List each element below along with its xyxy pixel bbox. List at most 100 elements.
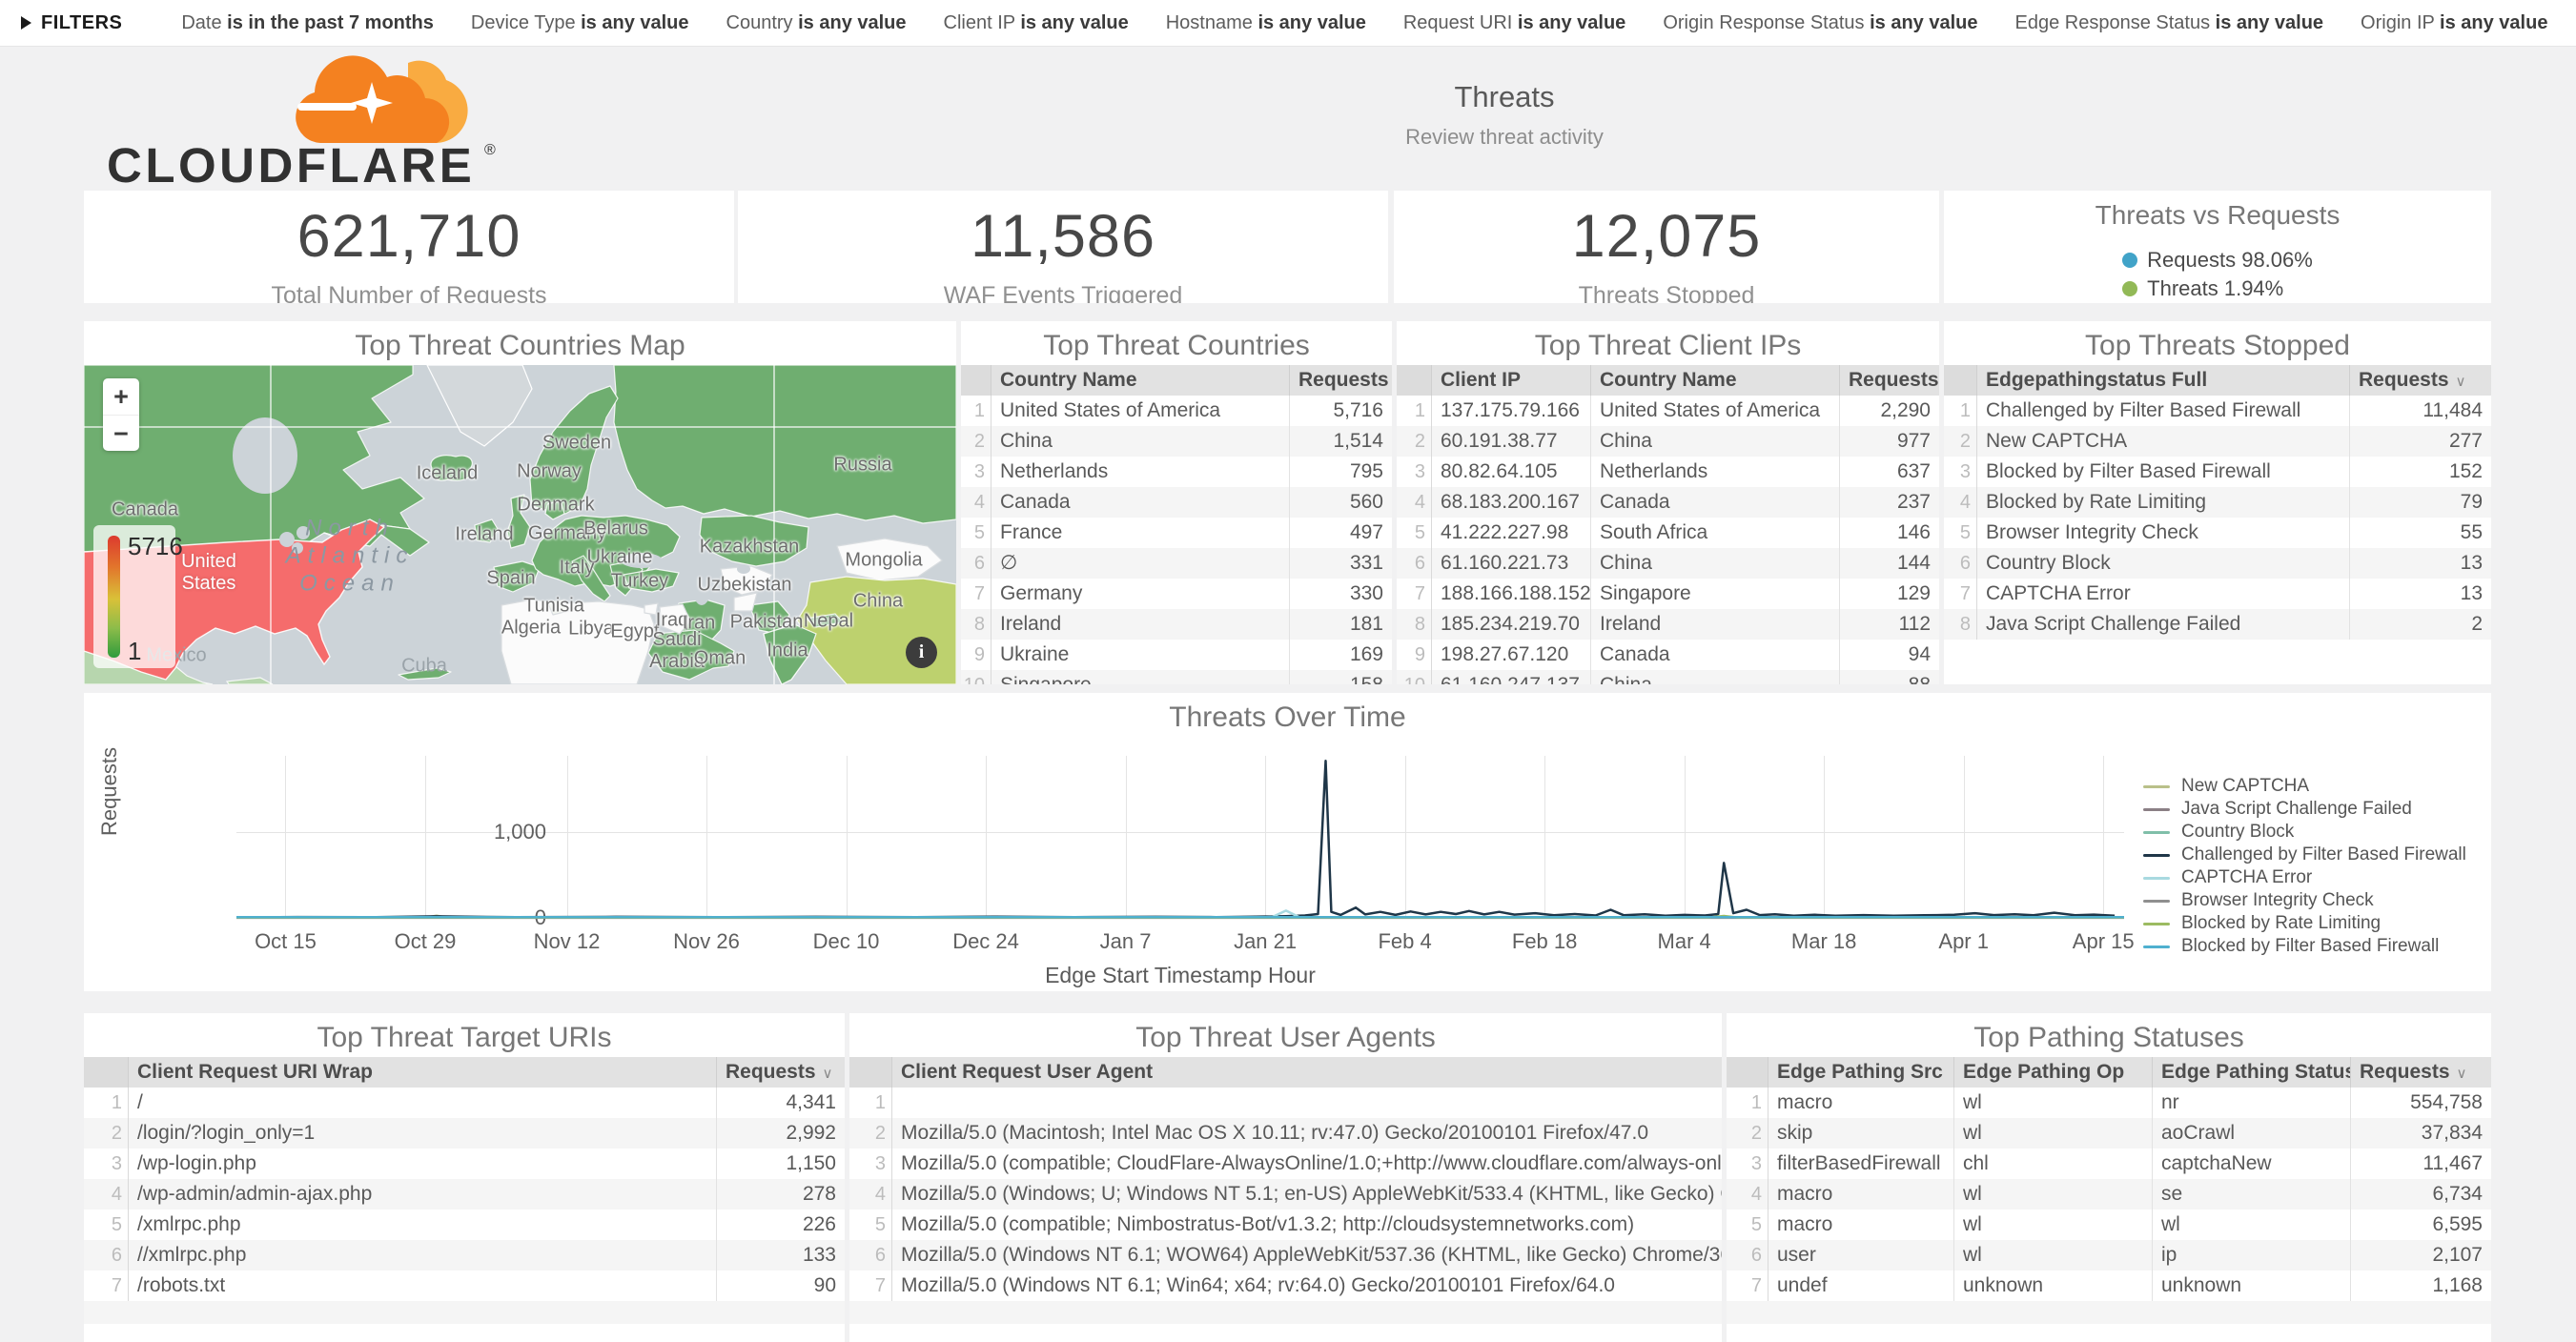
table-cell: Singapore [1590,579,1839,609]
table-row[interactable]: 4Blocked by Rate Limiting79 [1944,487,2491,518]
table-row[interactable]: 541.222.227.98South Africa146 [1397,518,1939,548]
column-header[interactable]: Client Request User Agent [892,1057,1722,1088]
table-cell: Mozilla/5.0 (compatible; Nimbostratus-Bo… [892,1210,1722,1240]
table-row[interactable]: 7Mozilla/5.0 (Windows NT 6.1; Win64; x64… [849,1271,1722,1301]
table-row[interactable]: 10Singapore158 [961,670,1392,684]
table-row[interactable]: 1137.175.79.166United States of America2… [1397,396,1939,426]
column-header[interactable]: Edge Pathing Src [1768,1057,1953,1088]
table-row[interactable]: 4macrowlse6,734 [1727,1179,2491,1210]
filter-item[interactable]: Origin Response Status is any value [1663,12,1977,34]
legend-item[interactable]: Blocked by Rate Limiting [2143,912,2466,935]
filter-item[interactable]: Hostname is any value [1166,12,1366,34]
filter-item[interactable]: Edge Response Status is any value [2015,12,2324,34]
table-row[interactable]: 2skipwlaoCrawl37,834 [1727,1118,2491,1149]
table-row[interactable]: 2/login/?login_only=12,992 [84,1118,845,1149]
table-row[interactable]: 260.191.38.77China977 [1397,426,1939,457]
table-row[interactable]: 1 [849,1088,1722,1118]
table-row[interactable]: 6Mozilla/5.0 (Windows NT 6.1; WOW64) App… [849,1240,1722,1271]
table-cell: Java Script Challenge Failed [1977,609,2349,640]
column-header[interactable]: Edge Pathing Status [2152,1057,2350,1088]
table-row[interactable]: 6∅331 [961,548,1392,579]
table-row[interactable]: 7/robots.txt90 [84,1271,845,1301]
legend-item[interactable]: Blocked by Filter Based Firewall [2143,935,2466,958]
column-header[interactable]: Requests∨ [1839,365,1939,396]
table-row[interactable]: 8Java Script Challenge Failed2 [1944,609,2491,640]
table-row[interactable]: 3Mozilla/5.0 (compatible; CloudFlare-Alw… [849,1149,1722,1179]
table-row[interactable]: 1macrowlnr554,758 [1727,1088,2491,1118]
table-row[interactable]: 1United States of America5,716 [961,396,1392,426]
filter-item[interactable]: Country is any value [726,12,907,34]
column-header[interactable]: Country Name [992,365,1289,396]
table-row[interactable]: 3filterBasedFirewallchlcaptchaNew11,467 [1727,1149,2491,1179]
zoom-out-button[interactable]: − [103,416,139,452]
table-row[interactable]: 2Mozilla/5.0 (Macintosh; Intel Mac OS X … [849,1118,1722,1149]
column-header[interactable]: Requests∨ [2349,365,2491,396]
legend-item[interactable]: CAPTCHA Error [2143,866,2466,889]
tile-title: Top Threats Stopped [1944,321,2491,365]
filter-item[interactable]: Origin IP is any value [2361,12,2547,34]
filter-item[interactable]: Device Type is any value [471,12,689,34]
table-row[interactable]: 9198.27.67.120Canada94 [1397,640,1939,670]
table-row[interactable]: 4Canada560 [961,487,1392,518]
table-cell: Mozilla/5.0 (Windows NT 6.1; Win64; x64;… [892,1271,1722,1301]
top-threat-target-uris-table: Client Request URI WrapRequests∨1/4,3412… [84,1057,845,1324]
table-cell: 133 [716,1240,845,1271]
map-legend-gradient [108,536,120,658]
table-row[interactable]: 7Germany330 [961,579,1392,609]
column-header[interactable]: Requests∨ [1289,365,1392,396]
table-row[interactable]: 661.160.221.73China144 [1397,548,1939,579]
filter-item[interactable]: Client IP is any value [944,12,1129,34]
table-row[interactable]: 7undefunknownunknown1,168 [1727,1271,2491,1301]
legend-item[interactable]: Challenged by Filter Based Firewall [2143,844,2466,866]
column-header[interactable]: Edge Pathing Op [1953,1057,2152,1088]
table-cell: 152 [2349,457,2491,487]
table-row[interactable]: 1061.160.247.137China88 [1397,670,1939,684]
legend-item[interactable]: Java Script Challenge Failed [2143,798,2466,821]
row-number: 5 [1727,1210,1768,1240]
threats-over-time-chart[interactable] [236,756,2124,922]
table-row[interactable]: 380.82.64.105Netherlands637 [1397,457,1939,487]
table-row[interactable]: 2New CAPTCHA277 [1944,426,2491,457]
table-row[interactable]: 5France497 [961,518,1392,548]
table-row[interactable]: 1Challenged by Filter Based Firewall11,4… [1944,396,2491,426]
table-row[interactable]: 3Netherlands795 [961,457,1392,487]
table-row[interactable]: 5macrowlwl6,595 [1727,1210,2491,1240]
legend-item[interactable]: Country Block [2143,821,2466,844]
zoom-in-button[interactable]: + [103,378,139,416]
filters-toggle[interactable]: FILTERS [21,12,122,34]
table-row[interactable]: 468.183.200.167Canada237 [1397,487,1939,518]
filter-item[interactable]: Request URI is any value [1403,12,1625,34]
legend-item[interactable]: Browser Integrity Check [2143,889,2466,912]
world-map[interactable]: CanadaUnited StatesMexicoCubaIcelandIrel… [84,365,956,684]
info-icon[interactable]: i [906,637,937,668]
column-header[interactable]: Requests∨ [2350,1057,2491,1088]
table-row[interactable]: 6userwlip2,107 [1727,1240,2491,1271]
column-header[interactable]: Client IP [1432,365,1590,396]
table-row[interactable]: 5Browser Integrity Check55 [1944,518,2491,548]
table-row[interactable]: 3/wp-login.php1,150 [84,1149,845,1179]
row-number: 7 [1944,579,1977,609]
table-row[interactable]: 4Mozilla/5.0 (Windows; U; Windows NT 5.1… [849,1179,1722,1210]
column-header[interactable]: Requests∨ [716,1057,845,1088]
table-row[interactable]: 7CAPTCHA Error13 [1944,579,2491,609]
column-header[interactable]: Client Request URI Wrap [129,1057,716,1088]
table-row[interactable]: 5Mozilla/5.0 (compatible; Nimbostratus-B… [849,1210,1722,1240]
column-header[interactable]: Edgepathingstatus Full [1977,365,2349,396]
table-row[interactable]: 4/wp-admin/admin-ajax.php278 [84,1179,845,1210]
row-number: 8 [1397,609,1432,640]
table-row[interactable]: 8185.234.219.70Ireland112 [1397,609,1939,640]
table-row[interactable]: 6Country Block13 [1944,548,2491,579]
table-cell: 795 [1289,457,1392,487]
filter-item[interactable]: Date is in the past 7 months [181,12,434,34]
table-row[interactable]: 8Ireland181 [961,609,1392,640]
legend-label: Blocked by Rate Limiting [2181,913,2381,934]
legend-item[interactable]: New CAPTCHA [2143,775,2466,798]
table-row[interactable]: 7188.166.188.152Singapore129 [1397,579,1939,609]
table-row[interactable]: 1/4,341 [84,1088,845,1118]
column-header[interactable]: Country Name [1590,365,1839,396]
table-row[interactable]: 9Ukraine169 [961,640,1392,670]
table-row[interactable]: 2China1,514 [961,426,1392,457]
table-row[interactable]: 6//xmlrpc.php133 [84,1240,845,1271]
table-row[interactable]: 3Blocked by Filter Based Firewall152 [1944,457,2491,487]
table-row[interactable]: 5/xmlrpc.php226 [84,1210,845,1240]
